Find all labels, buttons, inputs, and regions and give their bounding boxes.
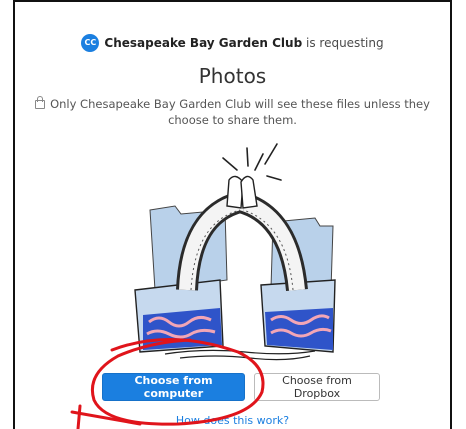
ground-scribble (164, 349, 316, 361)
clasped-hands (226, 175, 258, 209)
dialog-frame: CC Chesapeake Bay Garden Club is requesti… (13, 0, 452, 429)
requester-name: Chesapeake Bay Garden Club (104, 36, 303, 50)
page-title: Photos (198, 64, 267, 88)
choose-from-computer-button[interactable]: Choose from computer (102, 373, 245, 401)
choose-from-dropbox-button[interactable]: Choose from Dropbox (254, 373, 380, 401)
sparkle-lines (222, 143, 282, 181)
requester-suffix: is requesting (302, 36, 384, 50)
how-does-this-work-link[interactable]: How does this work? (15, 414, 450, 427)
high-five-illustration (134, 143, 336, 361)
requester-line: CC Chesapeake Bay Garden Club is requesti… (15, 34, 450, 52)
dialog-top-border (15, 0, 450, 2)
privacy-notice-text: Only Chesapeake Bay Garden Club will see… (50, 97, 430, 127)
privacy-notice: Only Chesapeake Bay Garden Club will see… (35, 96, 430, 128)
lock-icon (35, 96, 46, 109)
avatar-badge: CC (81, 34, 100, 52)
